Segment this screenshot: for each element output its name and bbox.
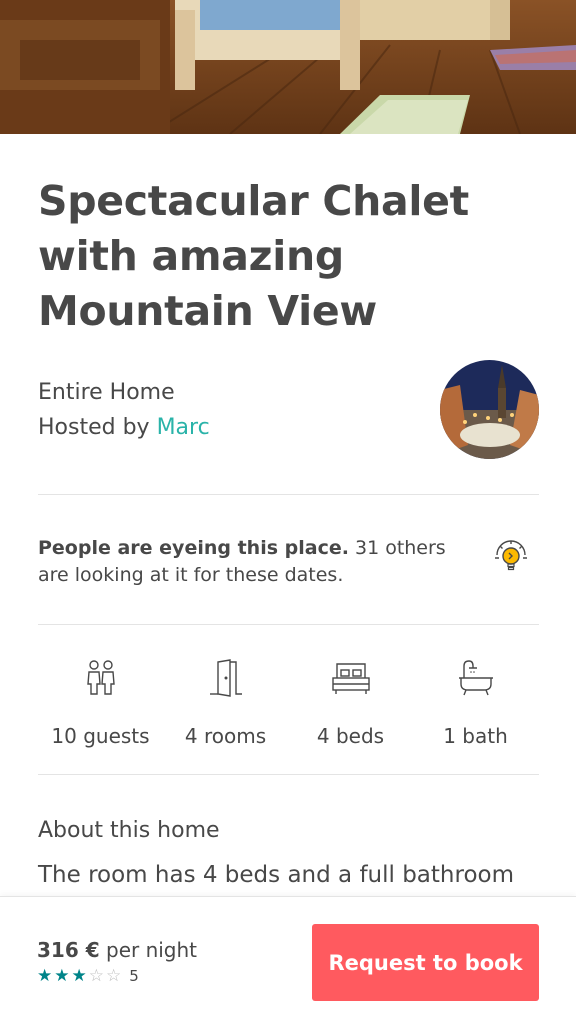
amenity-rooms: 4 rooms bbox=[163, 658, 288, 748]
bathtub-icon bbox=[413, 658, 538, 702]
hosted-by: Hosted by Marc bbox=[38, 415, 210, 440]
amenity-bath-label: 1 bath bbox=[443, 724, 508, 748]
star-rating[interactable]: ★ ★ ★ ☆ ☆ 5 bbox=[37, 967, 139, 985]
star-icon: ★ bbox=[54, 965, 70, 986]
price-amount: 316 € bbox=[37, 938, 100, 962]
divider bbox=[38, 774, 539, 775]
home-type: Entire Home bbox=[38, 380, 175, 405]
demand-notice: People are eyeing this place. 31 others … bbox=[38, 535, 458, 589]
price-per-night: 316 € per night bbox=[37, 938, 197, 962]
guests-icon bbox=[38, 658, 163, 702]
host-avatar[interactable] bbox=[440, 360, 539, 459]
hero-photo-image bbox=[0, 0, 576, 134]
amenity-bath: 1 bath bbox=[413, 658, 538, 748]
divider bbox=[38, 494, 539, 495]
star-icon: ☆ bbox=[88, 965, 104, 986]
about-section-title: About this home bbox=[38, 818, 220, 843]
amenity-guests-label: 10 guests bbox=[51, 724, 150, 748]
amenity-rooms-label: 4 rooms bbox=[184, 724, 267, 748]
listing-hero-photo[interactable] bbox=[0, 0, 576, 134]
amenity-beds-label: 4 beds bbox=[316, 724, 385, 748]
host-name-link[interactable]: Marc bbox=[157, 415, 210, 440]
lightbulb-icon bbox=[493, 539, 529, 575]
amenity-beds: 4 beds bbox=[288, 658, 413, 748]
hosted-by-label: Hosted by bbox=[38, 415, 157, 440]
price-unit: per night bbox=[99, 938, 198, 962]
star-icon: ★ bbox=[37, 965, 53, 986]
bed-icon bbox=[288, 658, 413, 702]
demand-headline: People are eyeing this place. bbox=[38, 537, 349, 559]
star-icon: ★ bbox=[71, 965, 87, 986]
door-icon bbox=[163, 658, 288, 702]
divider bbox=[38, 624, 539, 625]
request-to-book-button[interactable]: Request to book bbox=[312, 924, 539, 1001]
amenity-guests: 10 guests bbox=[38, 658, 163, 748]
host-avatar-image bbox=[440, 360, 539, 459]
review-count: 5 bbox=[129, 967, 139, 985]
star-icon: ☆ bbox=[106, 965, 122, 986]
listing-title: Spectacular Chalet with amazing Mountain… bbox=[38, 177, 469, 335]
booking-bar: 316 € per night ★ ★ ★ ☆ ☆ 5 Request to b… bbox=[0, 896, 576, 1024]
about-section-text: The room has 4 beds and a full bathroom bbox=[38, 862, 514, 888]
